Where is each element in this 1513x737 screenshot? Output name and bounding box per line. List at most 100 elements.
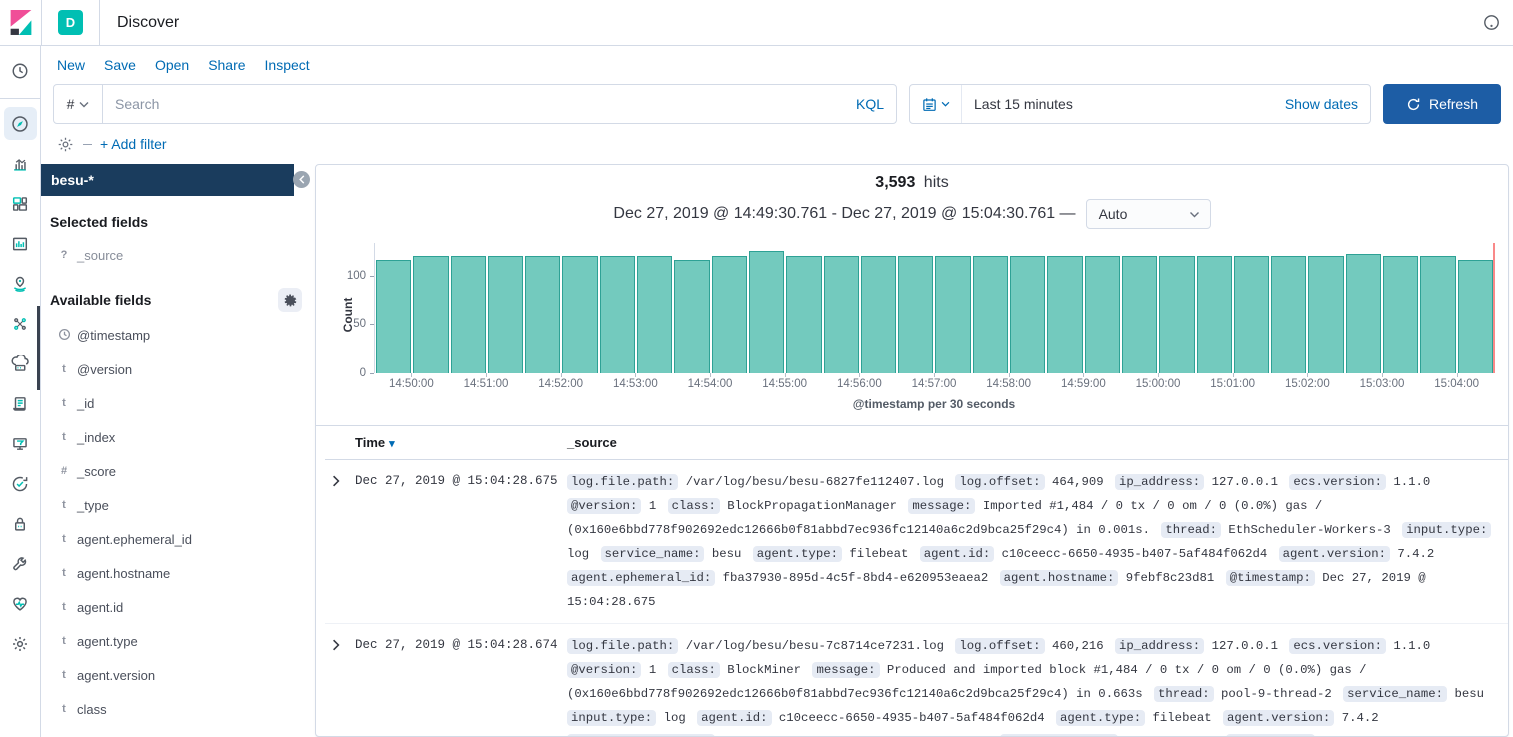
histogram-bar-17[interactable] [1010, 256, 1045, 373]
discover-icon [11, 115, 29, 133]
menu-save-link[interactable]: Save [104, 57, 136, 73]
fields-sidebar: besu-* Selected fields ?_source Availabl… [41, 164, 311, 737]
table-body: Dec 27, 2019 @ 15:04:28.675log.file.path… [325, 460, 1508, 736]
histogram-bar-9[interactable] [712, 256, 747, 373]
top-menu: New Save Open Share Inspect [41, 46, 1513, 84]
nav-item-dashboard[interactable] [4, 187, 37, 220]
histogram-bar-27[interactable] [1383, 256, 1418, 373]
expand-row-button[interactable] [325, 634, 355, 736]
histogram-bar-6[interactable] [600, 256, 635, 373]
index-pattern-selector[interactable]: besu-* [41, 164, 294, 196]
nav-item-discover[interactable] [4, 107, 37, 140]
field-item-@version[interactable]: t@version [41, 352, 311, 386]
nav-item-siem[interactable] [4, 507, 37, 540]
histogram-bar-11[interactable] [786, 256, 821, 373]
help-icon[interactable] [1483, 14, 1500, 31]
menu-open-link[interactable]: Open [155, 57, 189, 73]
kibana-logo[interactable] [0, 9, 41, 36]
nav-item-metrics[interactable] [4, 347, 37, 380]
date-quick-select-button[interactable] [910, 85, 962, 123]
histogram-bar-13[interactable] [861, 256, 896, 373]
field-item-_source[interactable]: ?_source [41, 238, 311, 272]
nav-item-canvas[interactable] [4, 227, 37, 260]
histogram-bar-5[interactable] [562, 256, 597, 373]
histogram-bar-4[interactable] [525, 256, 560, 373]
histogram-bar-2[interactable] [451, 256, 486, 373]
histogram-bar-22[interactable] [1197, 256, 1232, 373]
histogram-bar-18[interactable] [1047, 256, 1082, 373]
field-item-agent.hostname[interactable]: tagent.hostname [41, 556, 311, 590]
show-dates-button[interactable]: Show dates [1285, 96, 1370, 112]
kql-button[interactable]: KQL [844, 96, 896, 112]
histogram-bar-26[interactable] [1346, 254, 1381, 373]
histogram-bar-12[interactable] [824, 256, 859, 373]
table-row: Dec 27, 2019 @ 15:04:28.675log.file.path… [325, 460, 1508, 624]
nav-item-maps[interactable] [4, 267, 37, 300]
time-range-value[interactable]: Last 15 minutes [962, 96, 1285, 112]
filter-options-gear-icon[interactable] [57, 136, 74, 153]
menu-share-link[interactable]: Share [208, 57, 245, 73]
field-value: log [664, 711, 686, 725]
field-item-_type[interactable]: t_type [41, 488, 311, 522]
field-value: 127.0.0.1 [1212, 475, 1278, 489]
nav-item-machine-learning[interactable] [4, 307, 37, 340]
nav-item-management[interactable] [4, 627, 37, 660]
field-settings-button[interactable] [278, 288, 302, 312]
histogram-bar-20[interactable] [1122, 256, 1157, 373]
field-value: fba37930-895d-4c5f-8bd4-e620953eaea2 [723, 735, 989, 736]
nav-item-stack-monitoring[interactable] [4, 587, 37, 620]
nav-item-visualize[interactable] [4, 147, 37, 180]
field-item-agent.type[interactable]: tagent.type [41, 624, 311, 658]
field-item-class[interactable]: tclass [41, 692, 311, 726]
nav-item-recently-viewed[interactable] [4, 54, 37, 87]
histogram-chart: Count 050100 14:50:0014:51:0014:52:0014:… [330, 243, 1494, 425]
nav-scrollbar[interactable] [37, 306, 40, 390]
histogram-bar-14[interactable] [898, 256, 933, 373]
nav-item-dev-tools[interactable] [4, 547, 37, 580]
histogram-bar-25[interactable] [1308, 256, 1343, 373]
field-item-agent.version[interactable]: tagent.version [41, 658, 311, 692]
menu-new-link[interactable]: New [57, 57, 85, 73]
hits-line: 3,593 hits [316, 174, 1508, 192]
field-item-agent.ephemeral_id[interactable]: tagent.ephemeral_id [41, 522, 311, 556]
histogram-bar-21[interactable] [1159, 256, 1194, 373]
menu-inspect-link[interactable]: Inspect [265, 57, 310, 73]
histogram-bar-23[interactable] [1234, 256, 1269, 373]
field-item-agent.id[interactable]: tagent.id [41, 590, 311, 624]
nav-item-logs[interactable] [4, 387, 37, 420]
saved-query-menu-button[interactable]: # [54, 85, 103, 123]
histogram-bar-15[interactable] [935, 256, 970, 373]
histogram-bar-29[interactable] [1458, 260, 1493, 374]
histogram-bar-0[interactable] [376, 260, 411, 373]
field-item-_score[interactable]: #_score [41, 454, 311, 488]
histogram-bar-28[interactable] [1420, 256, 1455, 373]
histogram-bar-1[interactable] [413, 256, 448, 373]
field-item-_id[interactable]: t_id [41, 386, 311, 420]
results-panel: 3,593 hits Dec 27, 2019 @ 14:49:30.761 -… [315, 164, 1509, 737]
field-key-chip: service_name: [1343, 686, 1447, 702]
nav-item-uptime[interactable] [4, 467, 37, 500]
field-name: agent.ephemeral_id [77, 532, 192, 547]
collapse-sidebar-button[interactable] [293, 171, 310, 188]
maps-icon [11, 275, 29, 293]
histogram-bar-3[interactable] [488, 256, 523, 373]
histogram-bar-16[interactable] [973, 256, 1008, 373]
field-name: _index [77, 430, 115, 445]
nav-item-apm[interactable] [4, 427, 37, 460]
histogram-bar-19[interactable] [1085, 256, 1120, 373]
x-tick-label: 14:50:00 [389, 378, 434, 390]
field-item-_index[interactable]: t_index [41, 420, 311, 454]
search-input[interactable] [103, 85, 844, 123]
field-item-container[interactable]: tcontainer [41, 726, 311, 737]
histogram-bar-8[interactable] [674, 260, 709, 373]
interval-select[interactable]: Auto [1086, 199, 1211, 229]
histogram-bar-24[interactable] [1271, 256, 1306, 373]
add-filter-button[interactable]: + Add filter [100, 136, 167, 152]
date-picker-group: Last 15 minutes Show dates [909, 84, 1371, 124]
field-item-@timestamp[interactable]: @timestamp [41, 318, 311, 352]
histogram-bar-7[interactable] [637, 256, 672, 373]
time-column-header[interactable]: Time▾ [355, 435, 567, 450]
expand-row-button[interactable] [325, 470, 355, 614]
histogram-bar-10[interactable] [749, 251, 784, 373]
refresh-button[interactable]: Refresh [1383, 84, 1501, 124]
